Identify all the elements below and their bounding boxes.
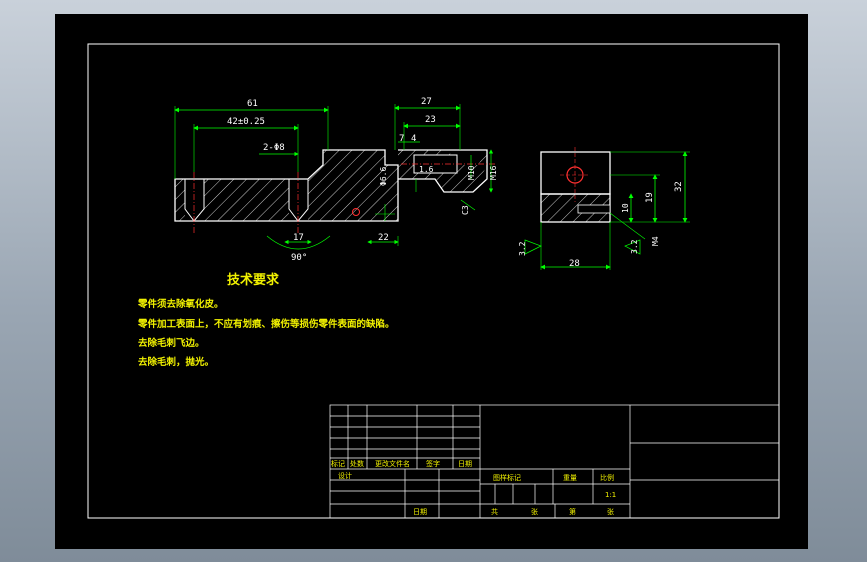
dim-23: 23 [425, 115, 436, 125]
technical-requirements: 技术要求 零件须去除氧化皮。 零件加工表面上，不应有划痕、擦伤等损伤零件表面的缺… [137, 272, 395, 368]
dim-2x8: 2-Φ8 [263, 143, 285, 153]
tb-stage-2: 比例 [600, 473, 614, 482]
drawing-sheet: 61 42±0.25 2-Φ8 17 90° 22 27 23 7 4 Φ6.6… [55, 14, 808, 549]
tb-stage-0: 图样标记 [493, 473, 521, 482]
title-block-text: 标记 处数 更改文件名 签字 日期 设计 日期 图样标记 重量 比例 1:1 共… [331, 459, 616, 516]
tb-sheet-0: 共 [491, 507, 498, 516]
tech-note-2: 零件加工表面上，不应有划痕、擦伤等损伤零件表面的缺陷。 [137, 318, 395, 330]
dim-m10: M10 [467, 165, 476, 180]
front-view [174, 106, 399, 250]
dim-16: 1.6 [419, 165, 434, 174]
tb-sheet-3: 张 [607, 507, 614, 516]
tb-header-0: 标记 [331, 459, 345, 468]
tb-design: 设计 [338, 471, 352, 480]
dim-7: 7 [399, 134, 404, 144]
dim-90: 90° [291, 253, 307, 263]
engineering-drawing: 61 42±0.25 2-Φ8 17 90° 22 27 23 7 4 Φ6.6… [87, 43, 780, 519]
dim-27: 27 [421, 97, 432, 107]
tech-heading: 技术要求 [227, 272, 280, 288]
dim-22: 22 [378, 233, 389, 243]
tb-scale: 1:1 [605, 491, 616, 499]
tb-date: 日期 [413, 508, 427, 516]
tb-stage-1: 重量 [563, 474, 577, 482]
tb-header-1: 处数 [350, 459, 364, 468]
tb-header-2: 更改文件名 [375, 459, 410, 468]
side-view [524, 147, 690, 270]
dim-c3: C3 [461, 205, 470, 215]
roughness-left: 3.2 [518, 241, 527, 256]
dim-32: 32 [674, 181, 684, 192]
roughness-right: 3.2 [630, 239, 639, 254]
tb-header-4: 日期 [458, 460, 472, 468]
dim-4: 4 [411, 134, 416, 144]
dim-28: 28 [569, 259, 580, 269]
dim-10: 10 [621, 203, 630, 213]
dim-61: 61 [247, 99, 258, 109]
dim-m4: M4 [651, 236, 660, 246]
dim-19: 19 [645, 192, 655, 203]
dim-phi66: Φ6.6 [379, 167, 388, 186]
section-view [394, 104, 495, 211]
tech-note-4: 去除毛刺，抛光。 [138, 356, 214, 368]
dim-m16: M16 [489, 165, 498, 180]
tb-sheet-2: 第 [569, 507, 576, 516]
tb-sheet-1: 张 [531, 507, 538, 516]
dim-17: 17 [293, 233, 304, 243]
tech-note-1: 零件须去除氧化皮。 [137, 298, 224, 310]
dim-42: 42±0.25 [227, 117, 265, 127]
tb-header-3: 签字 [426, 459, 440, 468]
tech-note-3: 去除毛刺飞边。 [138, 337, 205, 349]
